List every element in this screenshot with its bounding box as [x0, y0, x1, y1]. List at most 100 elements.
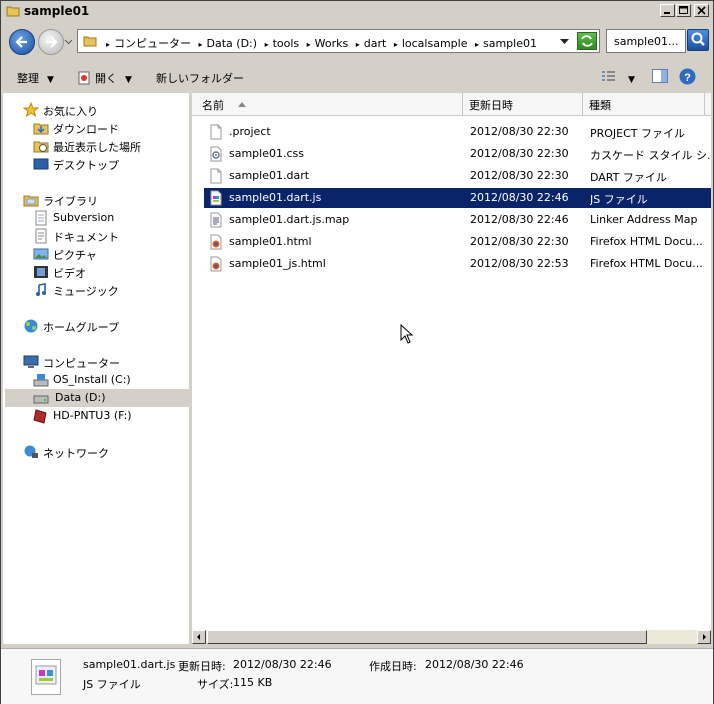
back-button[interactable] — [9, 29, 35, 55]
file-name: sample01.dart.js.map — [229, 213, 350, 226]
file-row[interactable]: sample01.css 2012/08/30 22:30 カスケード スタイル シ… — [204, 144, 711, 164]
chevron-right-icon[interactable]: ▸ — [265, 40, 269, 49]
file-name: .project — [229, 125, 271, 138]
chevron-down-icon: ▼ — [628, 75, 635, 85]
search-text: sample01... — [614, 35, 679, 48]
organize-label: 整理 — [17, 72, 39, 85]
help-button[interactable]: ? — [679, 68, 696, 88]
chevron-down-icon[interactable] — [560, 39, 569, 45]
file-modified: 2012/08/30 22:46 — [470, 191, 569, 204]
external-drive-icon — [33, 409, 47, 424]
breadcrumb-dart[interactable]: dart — [364, 37, 387, 50]
hard-drive-icon — [33, 395, 49, 404]
nav-favorites[interactable]: お気に入り — [23, 101, 183, 119]
minimize-button[interactable] — [660, 4, 675, 17]
text-file-icon — [210, 212, 222, 228]
forward-button[interactable] — [38, 29, 64, 55]
folder-icon — [83, 36, 97, 47]
search-button[interactable] — [687, 29, 709, 51]
breadcrumb-localsample[interactable]: localsample — [402, 37, 468, 50]
file-type: JS ファイル — [590, 193, 648, 206]
view-dropdown[interactable]: ▼ — [628, 72, 635, 85]
help-icon: ? — [679, 68, 696, 85]
change-view-button[interactable] — [601, 69, 617, 86]
nav-recent-places[interactable]: 最近表示した場所 — [33, 137, 183, 155]
scrollbar-thumb[interactable] — [207, 630, 647, 644]
subversion-icon — [35, 210, 47, 226]
file-name: sample01.dart — [229, 169, 310, 182]
arrow-right-icon — [46, 36, 58, 48]
open-button[interactable]: 開く ▼ — [77, 70, 132, 86]
scroll-right-button[interactable] — [697, 630, 711, 644]
title-bar[interactable]: sample01 — [1, 1, 713, 22]
refresh-button[interactable] — [577, 32, 597, 50]
file-name: sample01.css — [229, 147, 304, 160]
nav-drive-f[interactable]: HD-PNTU3 (F:) — [33, 407, 183, 425]
column-header-name[interactable]: 名前 — [192, 93, 463, 115]
details-type: JS ファイル — [83, 678, 141, 691]
nav-libraries[interactable]: ライブラリ — [23, 191, 183, 209]
details-size-value: 115 KB — [233, 676, 273, 689]
file-row[interactable]: sample01.html 2012/08/30 22:30 Firefox HTM… — [204, 232, 711, 252]
file-type: Linker Address Map — [590, 213, 698, 226]
nav-label: HD-PNTU3 (F:) — [53, 409, 132, 422]
svg-text:?: ? — [684, 72, 691, 84]
breadcrumb-computer[interactable]: コンピューター — [114, 37, 191, 50]
nav-music[interactable]: ミュージック — [33, 281, 183, 299]
nav-documents[interactable]: ドキュメント — [33, 227, 183, 245]
chevron-right-icon[interactable]: ▸ — [475, 40, 479, 49]
nav-label: Data (D:) — [55, 391, 106, 404]
recent-pages-dropdown[interactable] — [64, 39, 73, 45]
breadcrumb-works[interactable]: Works — [315, 37, 349, 50]
breadcrumb-tools[interactable]: tools — [273, 37, 300, 50]
nav-computer[interactable]: コンピューター — [23, 353, 183, 371]
file-modified: 2012/08/30 22:30 — [470, 147, 569, 160]
column-header-type[interactable]: 種類 — [583, 93, 705, 115]
new-folder-button[interactable]: 新しいフォルダー — [156, 70, 244, 86]
search-input[interactable]: sample01... — [606, 29, 686, 53]
file-row[interactable]: .project 2012/08/30 22:30 PROJECT ファイル — [204, 122, 711, 142]
chevron-right-icon[interactable]: ▸ — [199, 40, 203, 49]
chevron-right-icon[interactable]: ▸ — [394, 40, 398, 49]
breadcrumb-sample01[interactable]: sample01 — [483, 37, 537, 50]
blank-file-icon — [210, 168, 222, 184]
file-row[interactable]: sample01.dart.js 2012/08/30 22:46 JS ファイル — [204, 188, 711, 208]
organize-button[interactable]: 整理 ▼ — [17, 70, 54, 86]
address-bar[interactable]: ▸ コンピューター ▸ Data (D:) ▸ tools ▸ Works ▸ dart … — [77, 29, 600, 53]
nav-label: デスクトップ — [53, 159, 119, 172]
preview-pane-button[interactable] — [652, 69, 668, 86]
close-button[interactable] — [694, 4, 709, 17]
nav-label: ミュージック — [53, 285, 119, 298]
file-name: sample01.dart.js — [229, 191, 322, 204]
new-folder-label: 新しいフォルダー — [156, 72, 244, 85]
nav-label: ネットワーク — [43, 447, 109, 460]
column-modified-label: 更新日時 — [469, 99, 513, 112]
breadcrumb-data-drive[interactable]: Data (D:) — [207, 37, 258, 50]
nav-pictures[interactable]: ピクチャ — [33, 245, 183, 263]
file-row[interactable]: sample01.dart 2012/08/30 22:30 DART ファイル — [204, 166, 711, 186]
file-row[interactable]: sample01_js.html 2012/08/30 22:53 Firefox … — [204, 254, 711, 274]
css-file-icon — [210, 146, 222, 162]
nav-network[interactable]: ネットワーク — [23, 443, 183, 461]
nav-homegroup[interactable]: ホームグループ — [23, 317, 183, 335]
nav-label: コンピューター — [43, 357, 120, 370]
nav-downloads[interactable]: ダウンロード — [33, 119, 183, 137]
scroll-left-button[interactable] — [192, 630, 206, 644]
details-modified-value: 2012/08/30 22:46 — [233, 658, 332, 671]
chevron-right-icon[interactable]: ▸ — [356, 40, 360, 49]
file-type: DART ファイル — [590, 171, 667, 184]
column-header-modified[interactable]: 更新日時 — [463, 93, 583, 115]
nav-drive-c[interactable]: OS_Install (C:) — [33, 371, 183, 389]
chevron-right-icon[interactable]: ▸ — [106, 40, 110, 49]
nav-drive-d[interactable]: Data (D:) — [5, 389, 189, 407]
maximize-button[interactable] — [676, 4, 691, 17]
file-row[interactable]: sample01.dart.js.map 2012/08/30 22:46 Link… — [204, 210, 711, 230]
nav-subversion[interactable]: Subversion — [33, 209, 183, 227]
nav-label: ピクチャ — [53, 249, 97, 262]
nav-videos[interactable]: ビデオ — [33, 263, 183, 281]
file-type: PROJECT ファイル — [590, 127, 686, 140]
horizontal-scrollbar[interactable] — [192, 630, 711, 644]
nav-desktop[interactable]: デスクトップ — [33, 155, 183, 173]
chevron-down-icon: ▼ — [125, 75, 132, 85]
chevron-right-icon[interactable]: ▸ — [307, 40, 311, 49]
